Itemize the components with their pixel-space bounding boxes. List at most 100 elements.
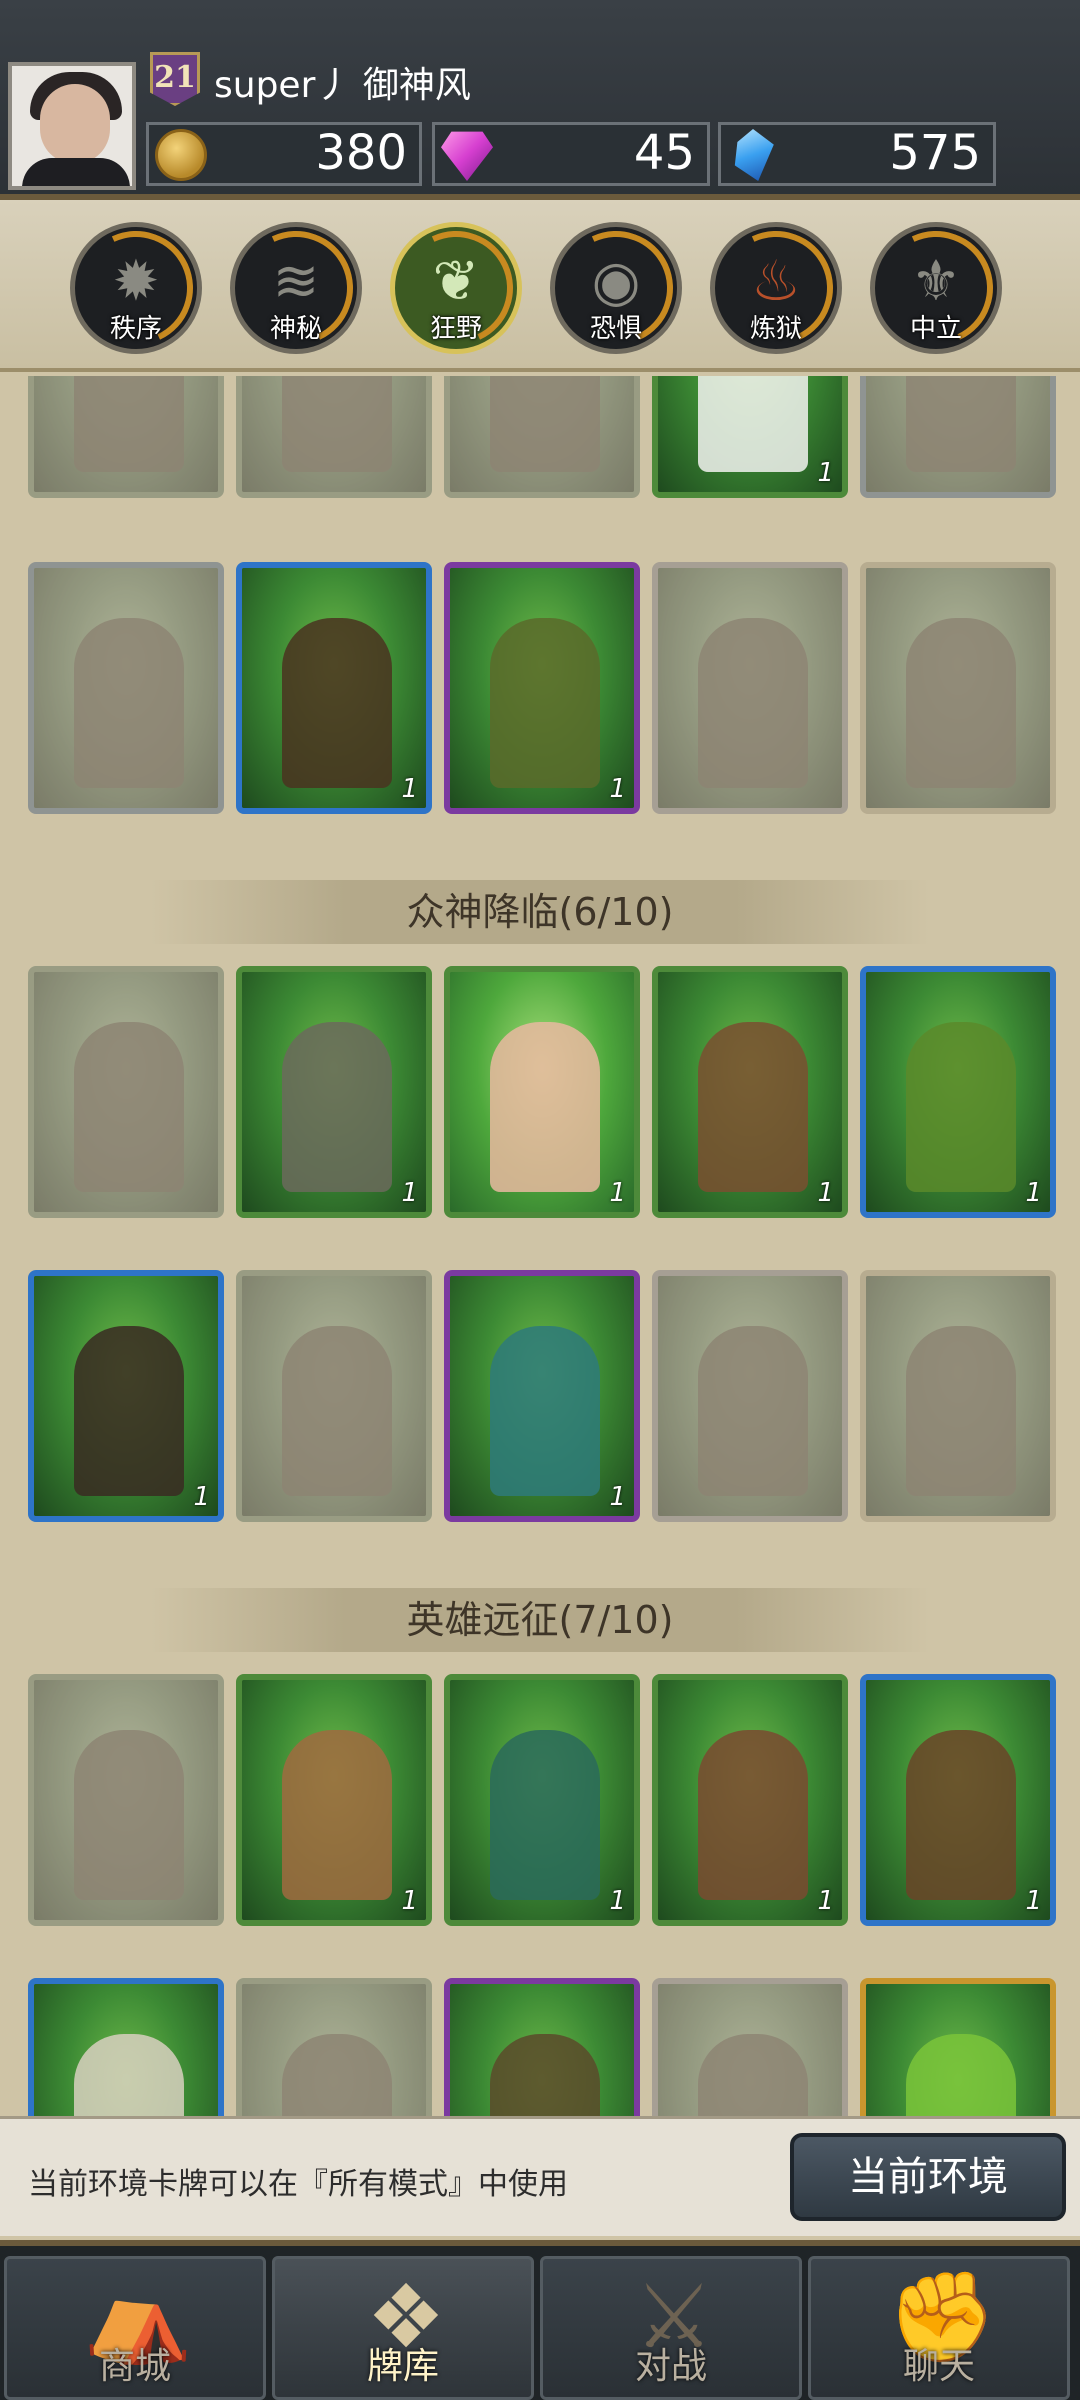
level-badge: 21 bbox=[150, 52, 200, 106]
card-count: 1 bbox=[1025, 1178, 1042, 1208]
card-figure bbox=[906, 376, 1016, 472]
card-figure bbox=[282, 2034, 392, 2116]
card[interactable] bbox=[652, 562, 848, 814]
section-title: 英雄远征(7/10) bbox=[150, 1588, 930, 1652]
card-figure bbox=[282, 1326, 392, 1496]
card-count: 1 bbox=[817, 458, 834, 488]
faction-inferno[interactable]: ♨ 炼狱 bbox=[702, 214, 850, 362]
card-figure bbox=[698, 1326, 808, 1496]
faction-order[interactable]: ✹ 秩序 bbox=[62, 214, 210, 362]
faction-label: 神秘 bbox=[269, 314, 322, 344]
gem-counter: 45 bbox=[432, 122, 710, 186]
card[interactable] bbox=[28, 966, 224, 1218]
card[interactable] bbox=[236, 376, 432, 498]
card-figure bbox=[282, 376, 392, 472]
card-figure bbox=[490, 2034, 600, 2116]
card[interactable] bbox=[860, 376, 1056, 498]
card-figure bbox=[490, 1022, 600, 1192]
card-figure bbox=[906, 1022, 1016, 1192]
card[interactable]: 1 bbox=[860, 1674, 1056, 1926]
card-figure bbox=[74, 618, 184, 788]
card[interactable]: 1 bbox=[28, 1270, 224, 1522]
crystal-counter: 575 bbox=[718, 122, 996, 186]
card-count: 1 bbox=[1025, 1886, 1042, 1916]
faction-fear[interactable]: ◉ 恐惧 bbox=[542, 214, 690, 362]
card[interactable]: 1 bbox=[236, 562, 432, 814]
card-count: 1 bbox=[401, 1886, 418, 1916]
card-figure bbox=[698, 1730, 808, 1900]
faction-label: 狂野 bbox=[429, 314, 482, 344]
environment-info-bar: 当前环境卡牌可以在『所有模式』中使用 当前环境 bbox=[0, 2116, 1080, 2236]
card[interactable] bbox=[28, 376, 224, 498]
nav-shop[interactable]: ⛺ 商城 bbox=[4, 2256, 266, 2400]
card[interactable]: 1 bbox=[652, 966, 848, 1218]
gem-value: 45 bbox=[633, 125, 695, 181]
card-figure bbox=[74, 1326, 184, 1496]
nav-chat[interactable]: ✊ 聊天 bbox=[808, 2256, 1070, 2400]
card-figure bbox=[906, 1730, 1016, 1900]
card-collection[interactable]: 1 1 1 众神降临(6/10) 1 1 1 1 1 1 英雄远征(7/10) … bbox=[0, 376, 1080, 2116]
card[interactable] bbox=[652, 1270, 848, 1522]
card-figure bbox=[698, 2034, 808, 2116]
avatar[interactable] bbox=[8, 62, 136, 190]
card[interactable]: 1 bbox=[652, 376, 848, 498]
card-figure bbox=[490, 376, 600, 472]
card[interactable]: 1 bbox=[860, 966, 1056, 1218]
card-figure bbox=[490, 618, 600, 788]
section-title: 众神降临(6/10) bbox=[150, 880, 930, 944]
card-figure bbox=[698, 376, 808, 472]
card[interactable]: 1 bbox=[444, 966, 640, 1218]
nav-label: 商城 bbox=[98, 2346, 171, 2387]
gold-value: 380 bbox=[315, 125, 407, 181]
card-count: 1 bbox=[401, 774, 418, 804]
card[interactable] bbox=[28, 1978, 224, 2116]
card[interactable] bbox=[28, 1674, 224, 1926]
card[interactable]: 1 bbox=[444, 562, 640, 814]
flame-icon: ♨ bbox=[750, 249, 802, 314]
avatar-face bbox=[40, 84, 110, 164]
card[interactable] bbox=[236, 1270, 432, 1522]
faction-label: 秩序 bbox=[109, 314, 162, 344]
nav-label: 牌库 bbox=[366, 2346, 439, 2387]
current-environment-button[interactable]: 当前环境 bbox=[790, 2133, 1066, 2221]
card[interactable] bbox=[860, 1978, 1056, 2116]
card-figure bbox=[698, 618, 808, 788]
card-figure bbox=[906, 2034, 1016, 2116]
card[interactable] bbox=[444, 376, 640, 498]
card[interactable] bbox=[444, 1978, 640, 2116]
card[interactable]: 1 bbox=[236, 966, 432, 1218]
faction-neutral[interactable]: ⚜ 中立 bbox=[862, 214, 1010, 362]
card[interactable] bbox=[28, 562, 224, 814]
faction-label: 炼狱 bbox=[749, 314, 802, 344]
card-count: 1 bbox=[609, 774, 626, 804]
card-figure bbox=[906, 1326, 1016, 1496]
card-figure bbox=[906, 618, 1016, 788]
player-header: 21 super丿 御神风 380 45 575 bbox=[0, 0, 1080, 200]
card[interactable]: 1 bbox=[652, 1674, 848, 1926]
gold-counter: 380 bbox=[146, 122, 422, 186]
card[interactable]: 1 bbox=[444, 1270, 640, 1522]
card[interactable] bbox=[860, 1270, 1056, 1522]
faction-mystic[interactable]: ≋ 神秘 bbox=[222, 214, 370, 362]
card[interactable] bbox=[860, 562, 1056, 814]
card-count: 1 bbox=[609, 1482, 626, 1512]
card[interactable] bbox=[652, 1978, 848, 2116]
leaf-icon: ❦ bbox=[432, 249, 480, 314]
avatar-shirt bbox=[22, 158, 130, 186]
card[interactable] bbox=[236, 1978, 432, 2116]
card-count: 1 bbox=[609, 1886, 626, 1916]
crystal-icon bbox=[734, 129, 774, 181]
crest-icon: ⚜ bbox=[910, 249, 962, 314]
environment-info-text: 当前环境卡牌可以在『所有模式』中使用 bbox=[28, 2167, 568, 2202]
card-figure bbox=[74, 376, 184, 472]
card-count: 1 bbox=[609, 1178, 626, 1208]
card-figure bbox=[490, 1326, 600, 1496]
nav-deck[interactable]: ❖ 牌库 bbox=[272, 2256, 534, 2400]
card-count: 1 bbox=[193, 1482, 210, 1512]
nav-label: 聊天 bbox=[902, 2346, 975, 2387]
card[interactable]: 1 bbox=[444, 1674, 640, 1926]
card[interactable]: 1 bbox=[236, 1674, 432, 1926]
nav-battle[interactable]: ⚔ 对战 bbox=[540, 2256, 802, 2400]
faction-wild[interactable]: ❦ 狂野 bbox=[382, 214, 530, 362]
card-figure bbox=[282, 1730, 392, 1900]
